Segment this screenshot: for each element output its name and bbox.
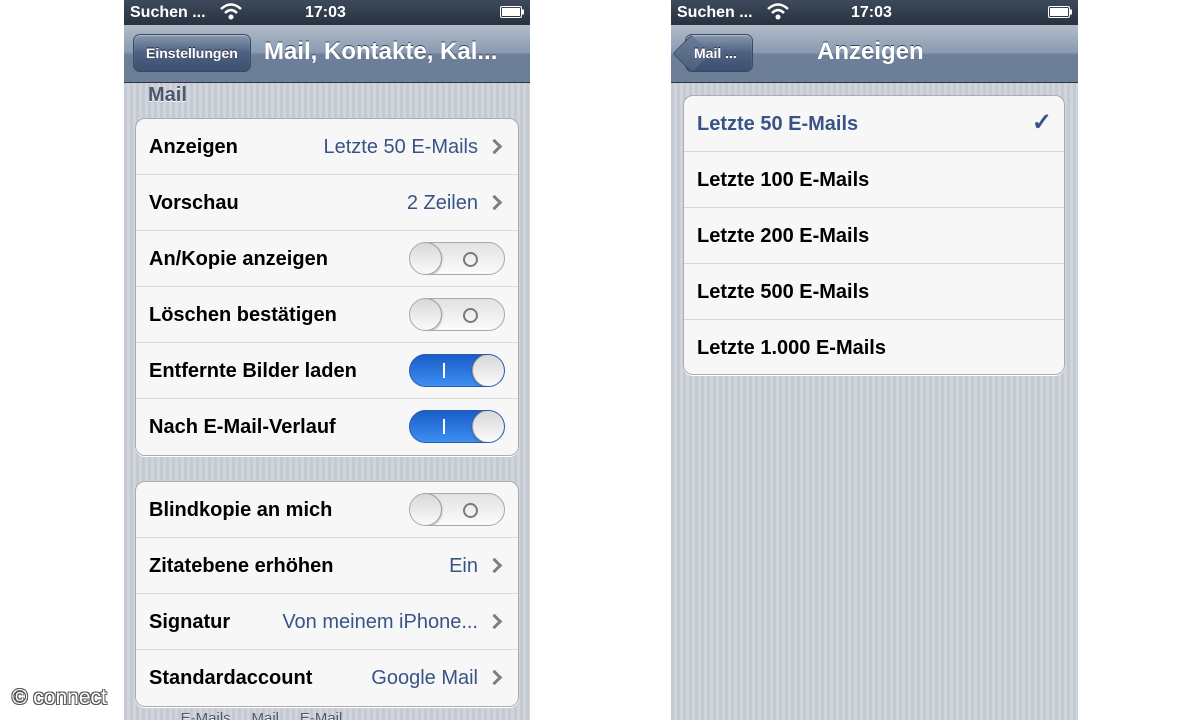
settings-row-bilder: Entfernte Bilder laden — [136, 343, 518, 399]
page-title: Mail, Kontakte, Kal... — [264, 38, 498, 65]
back-button[interactable]: Mail ... — [672, 34, 753, 73]
row-label: Vorschau — [149, 192, 239, 214]
option-label: Letzte 200 E-Mails — [697, 225, 870, 247]
settings-row-standardaccount[interactable]: Standardaccount Google Mail — [136, 650, 518, 706]
mail-settings-group: Anzeigen Letzte 50 E-Mails Vorschau 2 Ze… — [135, 118, 519, 456]
toggle-off-mark — [463, 308, 478, 323]
settings-row-signatur[interactable]: Signatur Von meinem iPhone... — [136, 594, 518, 650]
row-label: Blindkopie an mich — [149, 499, 333, 521]
settings-row-anzeigen[interactable]: Anzeigen Letzte 50 E-Mails — [136, 119, 518, 175]
status-bar: Suchen ... 17:03 — [124, 0, 530, 25]
section-header-mail: Mail — [148, 84, 187, 106]
page-title: Anzeigen — [817, 38, 924, 65]
row-value: Ein — [449, 555, 478, 577]
back-button-label: Mail ... — [694, 45, 737, 61]
chevron-right-icon — [486, 557, 503, 574]
back-button-label: Einstellungen — [146, 45, 238, 61]
row-label: An/Kopie anzeigen — [149, 248, 328, 270]
battery-icon — [500, 6, 524, 18]
chevron-right-icon — [486, 194, 503, 211]
battery-icon — [1048, 6, 1072, 18]
toggle-on-mark — [443, 419, 445, 434]
chevron-right-icon — [486, 669, 503, 686]
clock: 17:03 — [305, 4, 346, 21]
settings-mail-screen: Suchen ... 17:03 Einstellungen Mail, Kon… — [124, 0, 530, 720]
option-label: Letzte 1.000 E-Mails — [697, 337, 886, 359]
toggle-off-mark — [463, 252, 478, 267]
option-row[interactable]: Letzte 200 E-Mails — [684, 208, 1064, 264]
carrier-label: Suchen ... — [130, 4, 206, 21]
navigation-bar: Einstellungen Mail, Kontakte, Kal... — [124, 25, 530, 83]
option-row[interactable]: Letzte 1.000 E-Mails — [684, 320, 1064, 374]
clock: 17:03 — [851, 4, 892, 21]
carrier-label: Suchen ... — [677, 4, 753, 21]
row-label: Entfernte Bilder laden — [149, 360, 357, 382]
chevron-right-icon — [486, 613, 503, 630]
row-label: Anzeigen — [149, 136, 238, 158]
chevron-right-icon — [486, 138, 503, 155]
anzeigen-options-group: Letzte 50 E-Mails ✓ Letzte 100 E-Mails L… — [683, 95, 1065, 375]
option-label: Letzte 50 E-Mails — [697, 113, 859, 135]
navigation-bar: Mail ... Anzeigen — [671, 25, 1078, 83]
toggle-switch[interactable] — [409, 410, 505, 443]
toggle-knob — [410, 494, 442, 525]
row-value: Von meinem iPhone... — [282, 611, 478, 633]
toggle-knob — [472, 411, 504, 442]
option-row[interactable]: Letzte 500 E-Mails — [684, 264, 1064, 320]
toggle-switch[interactable] — [409, 298, 505, 331]
option-row[interactable]: Letzte 50 E-Mails ✓ — [684, 96, 1064, 152]
back-button[interactable]: Einstellungen — [133, 34, 251, 72]
toggle-on-mark — [443, 363, 445, 378]
option-label: Letzte 500 E-Mails — [697, 281, 870, 303]
row-label: Signatur — [149, 611, 231, 633]
wifi-icon — [767, 3, 789, 20]
toggle-switch[interactable] — [409, 493, 505, 526]
status-bar: Suchen ... 17:03 — [671, 0, 1078, 25]
option-label: Letzte 100 E-Mails — [697, 169, 870, 191]
mail-settings-group-2: Blindkopie an mich Zitatebene erhöhen Ei… — [135, 481, 519, 707]
settings-row-vorschau[interactable]: Vorschau 2 Zeilen — [136, 175, 518, 231]
option-row[interactable]: Letzte 100 E-Mails — [684, 152, 1064, 208]
settings-row-an-kopie: An/Kopie anzeigen — [136, 231, 518, 287]
row-label: Zitatebene erhöhen — [149, 555, 334, 577]
checkmark-icon: ✓ — [1031, 109, 1052, 136]
toggle-switch[interactable] — [409, 242, 505, 275]
toggle-off-mark — [463, 503, 478, 518]
row-value: Google Mail — [371, 667, 478, 689]
row-label: Standardaccount — [149, 667, 313, 689]
copyright-watermark: © connect — [12, 686, 107, 709]
row-value: 2 Zeilen — [406, 192, 478, 214]
settings-row-blindkopie: Blindkopie an mich — [136, 482, 518, 538]
row-value: Letzte 50 E-Mails — [323, 136, 478, 158]
settings-row-verlauf: Nach E-Mail-Verlauf — [136, 399, 518, 455]
group-footer-text: ... E-Mails ... Mail ... E-Mail ... — [164, 710, 360, 720]
wifi-icon — [220, 3, 242, 20]
settings-row-zitatebene[interactable]: Zitatebene erhöhen Ein — [136, 538, 518, 594]
toggle-switch[interactable] — [409, 354, 505, 387]
row-label: Nach E-Mail-Verlauf — [149, 416, 336, 438]
anzeigen-screen: Suchen ... 17:03 Mail ... Anzeigen Letzt… — [671, 0, 1078, 720]
row-label: Löschen bestätigen — [149, 304, 337, 326]
toggle-knob — [410, 299, 442, 330]
toggle-knob — [410, 243, 442, 274]
toggle-knob — [472, 355, 504, 386]
settings-row-loeschen: Löschen bestätigen — [136, 287, 518, 343]
